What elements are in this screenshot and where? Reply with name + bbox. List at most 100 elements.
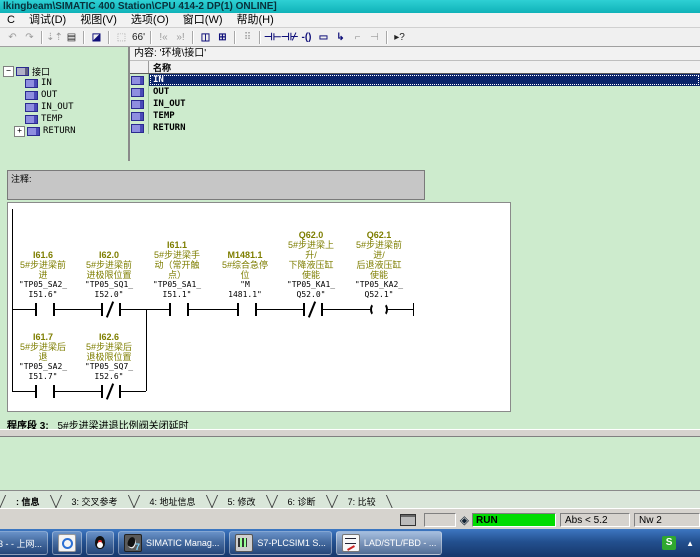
coil-symbol[interactable] [370, 303, 388, 316]
row-name-cell: IN_OUT [149, 98, 700, 110]
ladder-editor: 注释: I61.65#步进梁前进"TP05_SA2_I51.6"I62.05#步… [0, 161, 700, 490]
insert-no-contact-icon[interactable]: ⊣⊢ [264, 30, 281, 45]
tray-s-icon[interactable]: S [662, 536, 676, 550]
overview-view-icon[interactable]: ◫ [197, 30, 214, 45]
simatic-icon [124, 534, 142, 552]
no-contact-symbol[interactable] [237, 303, 257, 316]
no-contact-symbol[interactable] [35, 385, 55, 398]
insert-nc-contact-icon[interactable]: ⊣⊬ [281, 30, 298, 45]
tree-root-interface[interactable]: −接口 [0, 65, 128, 77]
row-icon-cell [130, 86, 149, 98]
insert-rail-icon[interactable]: ⊣ [366, 30, 383, 45]
menu-item-0[interactable]: C [0, 13, 22, 27]
tree-item-temp[interactable]: TEMP [0, 113, 128, 125]
coil-left-paren [370, 303, 379, 316]
toolbar-separator [192, 31, 194, 44]
toolbar-separator [41, 31, 43, 44]
declaration-icon [131, 88, 144, 97]
tree-item-return[interactable]: +RETURN [0, 125, 128, 137]
nc-contact-symbol[interactable] [303, 303, 323, 316]
menu-bar: C调试(D)视图(V)选项(O)窗口(W)帮助(H) [0, 13, 700, 28]
tree-item-in_out[interactable]: IN_OUT [0, 101, 128, 113]
menu-item-2[interactable]: 视图(V) [73, 13, 124, 27]
tab-6[interactable]: 7: 比较 [332, 495, 392, 509]
run-indicator: RUN [473, 514, 555, 526]
nc-contact-symbol[interactable] [101, 385, 121, 398]
insert-box-icon[interactable]: ▭ [315, 30, 332, 45]
goto-prev-error-icon[interactable]: !« [155, 30, 172, 45]
tree-item-in[interactable]: IN [0, 77, 128, 89]
title-bar[interactable]: lkingbeam\SIMATIC 400 Station\CPU 414-2 … [0, 0, 700, 13]
taskbar-button-plcsim[interactable]: S7-PLCSIM1 S... [229, 531, 332, 555]
ladder-element-I62.0[interactable]: I62.05#步进梁前进极限位置"TP05_SQ1_I52.0" [75, 250, 143, 300]
tab-3[interactable]: 4: 地址信息 [134, 495, 212, 509]
operand-address: I61.1 [143, 240, 211, 250]
detail-view-icon[interactable]: ⊞ [214, 30, 231, 45]
declaration-icon [25, 91, 38, 100]
nc-contact-symbol[interactable] [101, 303, 121, 316]
download-icon[interactable]: ⇣⇡ [46, 30, 63, 45]
menu-item-1[interactable]: 调试(D) [22, 13, 73, 27]
open-branch-icon[interactable]: ↳ [332, 30, 349, 45]
tab-5[interactable]: 6: 诊断 [272, 495, 332, 509]
tree-item-out[interactable]: OUT [0, 89, 128, 101]
insert-coil-icon[interactable]: -() [298, 30, 315, 45]
goto-next-error-icon[interactable]: »! [172, 30, 189, 45]
ladder-element-I61.6[interactable]: I61.65#步进梁前进"TP05_SA2_I51.6" [9, 250, 77, 300]
tray-expand-arrow-icon[interactable]: ▲ [686, 539, 694, 548]
symbol-info-icon[interactable]: ⠿ [239, 30, 256, 45]
expand-icon[interactable]: + [14, 126, 25, 137]
table-row-in_out[interactable]: IN_OUT [130, 98, 700, 110]
menu-item-5[interactable]: 帮助(H) [230, 13, 281, 27]
horizontal-splitter[interactable] [0, 429, 700, 437]
operand-symbol-line: "TP05_KA2_ [345, 280, 413, 290]
redo-icon[interactable]: ↷ [21, 30, 38, 45]
program-elements-icon[interactable]: ⬚ [113, 30, 130, 45]
network-comment-box[interactable]: 注释: [7, 170, 425, 200]
row-name-cell: IN [149, 74, 700, 86]
table-row-in[interactable]: IN [130, 74, 700, 86]
select-mode-icon[interactable]: ◪ [88, 30, 105, 45]
ladder-element-Q62.0[interactable]: Q62.05#步进梁上升/下降液压缸使能"TP05_KA1_Q52.0" [277, 230, 345, 300]
table-row-temp[interactable]: TEMP [130, 110, 700, 122]
table-row-out[interactable]: OUT [130, 86, 700, 98]
taskbar-button-lad[interactable]: LAD/STL/FBD - ... [336, 531, 443, 555]
help-cursor-icon[interactable]: ▸? [391, 30, 408, 45]
close-branch-icon[interactable]: ⌐ [349, 30, 366, 45]
ladder-element-M1481.1[interactable]: M1481.15#综合急停位"M1481.1" [211, 250, 279, 300]
collapse-icon[interactable]: − [3, 66, 14, 77]
status-bar: ◈ RUN Abs < 5.2 Nw 2 [0, 508, 700, 530]
plcsim-icon [235, 534, 253, 552]
taskbar-button-browser[interactable] [52, 531, 82, 555]
row-icon-cell [130, 122, 149, 134]
ladder-element-I61.1[interactable]: I61.15#步进梁手动（常开触点）"TP05_SA1_I51.1" [143, 240, 211, 300]
tab-1[interactable]: : 信息 [0, 495, 56, 509]
taskbar-button-simatic[interactable]: SIMATIC Manag... [118, 531, 225, 555]
taskbar-button-qq[interactable] [86, 531, 114, 555]
operand-comment-line: 进 [9, 270, 77, 280]
tree-item-label: TEMP [41, 114, 63, 124]
print-icon[interactable]: ▤ [63, 30, 80, 45]
declaration-icon [131, 100, 144, 109]
operand-comment-line: 动（常开触 [143, 260, 211, 270]
coil-right-paren [379, 303, 388, 316]
operand-comment-line: 下降液压缸 [277, 260, 345, 270]
ladder-element-I62.6[interactable]: I62.65#步进梁后退极限位置"TP05_SQ7_I52.6" [75, 332, 143, 382]
online-diamond-icon: ◈ [460, 513, 469, 527]
undo-icon[interactable]: ↶ [4, 30, 21, 45]
ladder-element-Q62.1[interactable]: Q62.15#步进梁前进/后退液压缸使能"TP05_KA2_Q52.1" [345, 230, 413, 300]
taskbar-button-label: SIMATIC Manag... [146, 538, 219, 548]
no-contact-symbol[interactable] [35, 303, 55, 316]
operand-symbol-line: I51.6" [9, 290, 77, 300]
taskbar-button-doc[interactable]: 3 - - 上网... [0, 531, 48, 555]
menu-item-3[interactable]: 选项(O) [124, 13, 176, 27]
tab-2[interactable]: 3: 交叉参考 [56, 495, 134, 509]
ladder-canvas[interactable]: I61.65#步进梁前进"TP05_SA2_I51.6"I62.05#步进梁前进… [7, 202, 511, 412]
table-row-return[interactable]: RETURN [130, 122, 700, 134]
ladder-element-I61.7[interactable]: I61.75#步进梁后退"TP05_SA2_I51.7" [9, 332, 77, 382]
no-contact-symbol[interactable] [169, 303, 189, 316]
menu-item-4[interactable]: 窗口(W) [176, 13, 230, 27]
tab-4[interactable]: 5: 修改 [212, 495, 272, 509]
operand-comment-line: 点） [143, 270, 211, 280]
monitor-glasses-icon[interactable]: 66' [130, 30, 147, 45]
